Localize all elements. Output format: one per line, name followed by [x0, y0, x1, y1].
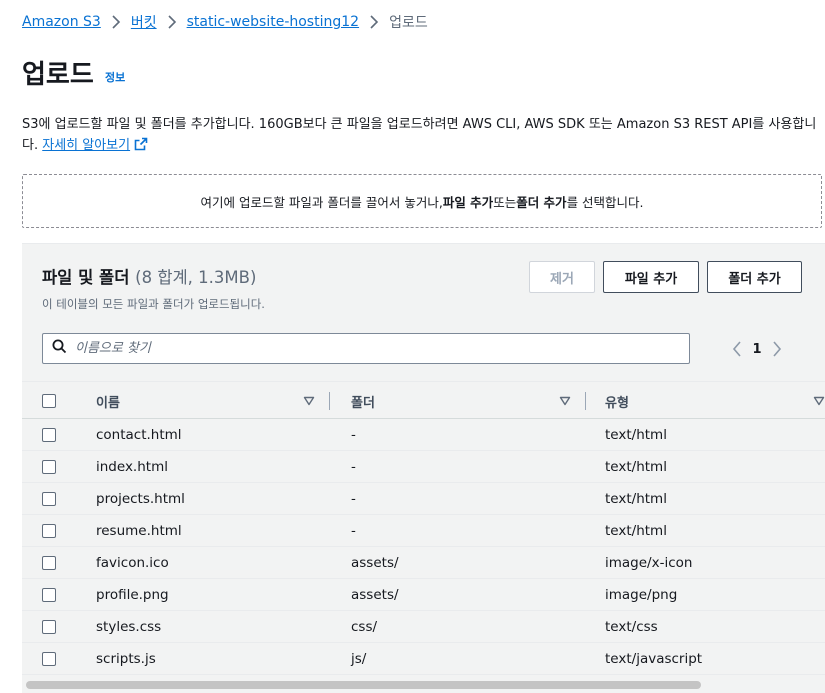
row-select-cell: [42, 611, 56, 643]
current-page[interactable]: 1: [744, 342, 770, 357]
file-name: index.html: [96, 459, 168, 475]
file-name: projects.html: [96, 491, 185, 507]
sort-caret-icon[interactable]: [559, 395, 571, 411]
column-divider[interactable]: [585, 392, 586, 410]
upload-dropzone[interactable]: 여기에 업로드할 파일과 폴더를 끌어서 놓거나, 파일 추가 또는 폴더 추가…: [22, 174, 822, 228]
row-checkbox[interactable]: [42, 524, 56, 538]
table-row: profile.png assets/ image/png: [22, 579, 825, 611]
dropzone-text: 여기에 업로드할 파일과 폴더를 끌어서 놓거나,: [200, 194, 443, 210]
table-row: contact.html - text/html: [22, 419, 825, 451]
select-all-cell: [42, 382, 56, 420]
column-divider[interactable]: [329, 392, 330, 410]
info-link[interactable]: 정보: [105, 69, 125, 85]
panel-subtitle: 이 테이블의 모든 파일과 폴더가 업로드됩니다.: [42, 297, 265, 311]
row-select-cell: [42, 579, 56, 611]
files-table: 이름 폴더 유형 contact.html - text/html index.…: [22, 381, 825, 675]
sort-caret-icon[interactable]: [303, 395, 315, 411]
remove-button[interactable]: 제거: [529, 261, 595, 293]
file-folder: assets/: [351, 555, 399, 571]
row-select-cell: [42, 451, 56, 483]
file-name: resume.html: [96, 523, 182, 539]
file-name: scripts.js: [96, 651, 156, 667]
file-type: text/html: [605, 459, 667, 475]
row-checkbox[interactable]: [42, 428, 56, 442]
row-checkbox[interactable]: [42, 460, 56, 474]
files-panel: 파일 및 폴더 (8 합계, 1.3MB) 이 테이블의 모든 파일과 폴더가 …: [22, 243, 825, 693]
table-row: scripts.js js/ text/javascript: [22, 643, 825, 675]
file-type: image/png: [605, 587, 678, 603]
file-type: text/css: [605, 619, 658, 635]
external-link-icon: [134, 137, 148, 158]
table-header: 이름 폴더 유형: [22, 381, 825, 419]
column-header-type[interactable]: 유형: [605, 382, 629, 420]
chevron-right-icon: [363, 12, 385, 32]
file-folder: -: [351, 523, 356, 539]
search-icon: [52, 339, 67, 358]
column-header-folder[interactable]: 폴더: [351, 382, 375, 420]
file-folder: -: [351, 427, 356, 443]
file-folder: -: [351, 459, 356, 475]
file-type: text/html: [605, 427, 667, 443]
row-select-cell: [42, 419, 56, 451]
page-description: S3에 업로드할 파일 및 폴더를 추가합니다. 160GB보다 큰 파일을 업…: [22, 114, 818, 158]
description-text-cont: 다.: [22, 138, 43, 153]
file-type: text/html: [605, 523, 667, 539]
row-select-cell: [42, 515, 56, 547]
table-row: index.html - text/html: [22, 451, 825, 483]
table-row: styles.css css/ text/css: [22, 611, 825, 643]
panel-title: 파일 및 폴더 (8 합계, 1.3MB): [42, 264, 256, 288]
breadcrumb-amazon-s3[interactable]: Amazon S3: [22, 14, 101, 30]
breadcrumb-buckets[interactable]: 버킷: [131, 12, 157, 32]
select-all-checkbox[interactable]: [42, 394, 56, 408]
file-type: text/html: [605, 491, 667, 507]
dropzone-text: 또는: [493, 194, 517, 210]
table-row: projects.html - text/html: [22, 483, 825, 515]
description-text: S3에 업로드할 파일 및 폴더를 추가합니다. 160GB보다 큰 파일을 업…: [22, 117, 817, 132]
file-name: styles.css: [96, 619, 162, 635]
table-row: favicon.ico assets/ image/x-icon: [22, 547, 825, 579]
file-type: image/x-icon: [605, 555, 693, 571]
horizontal-scrollbar[interactable]: [22, 680, 825, 690]
breadcrumb: Amazon S3 버킷 static-website-hosting12 업로…: [22, 12, 428, 32]
row-checkbox[interactable]: [42, 620, 56, 634]
row-checkbox[interactable]: [42, 652, 56, 666]
next-page-icon[interactable]: [770, 339, 784, 359]
file-type: text/javascript: [605, 651, 703, 667]
search-input[interactable]: [75, 341, 635, 356]
pagination: 1: [730, 339, 784, 359]
column-header-name[interactable]: 이름: [96, 382, 120, 420]
scrollbar-thumb[interactable]: [26, 681, 701, 689]
file-name: contact.html: [96, 427, 182, 443]
row-checkbox[interactable]: [42, 492, 56, 506]
row-select-cell: [42, 483, 56, 515]
previous-page-icon[interactable]: [730, 339, 744, 359]
page-title: 업로드: [22, 60, 94, 90]
row-select-cell: [42, 643, 56, 675]
table-row: resume.html - text/html: [22, 515, 825, 547]
row-checkbox[interactable]: [42, 556, 56, 570]
chevron-right-icon: [161, 12, 183, 32]
learn-more-link[interactable]: 자세히 알아보기: [42, 138, 130, 153]
dropzone-text: 를 선택합니다.: [566, 194, 644, 210]
add-files-button[interactable]: 파일 추가: [603, 261, 699, 293]
file-folder: js/: [351, 651, 367, 667]
panel-title-text: 파일 및 폴더: [42, 268, 130, 287]
breadcrumb-bucket-name[interactable]: static-website-hosting12: [187, 14, 359, 30]
dropzone-add-files: 파일 추가: [442, 194, 494, 210]
file-name: profile.png: [96, 587, 169, 603]
search-box[interactable]: [42, 333, 690, 364]
row-checkbox[interactable]: [42, 588, 56, 602]
file-name: favicon.ico: [96, 555, 169, 571]
file-folder: assets/: [351, 587, 399, 603]
file-folder: css/: [351, 619, 378, 635]
file-folder: -: [351, 491, 356, 507]
file-count: (8 합계, 1.3MB): [135, 268, 257, 287]
sort-caret-icon[interactable]: [813, 395, 825, 411]
row-select-cell: [42, 547, 56, 579]
chevron-right-icon: [105, 12, 127, 32]
add-folder-button[interactable]: 폴더 추가: [707, 261, 802, 293]
dropzone-add-folder: 폴더 추가: [516, 194, 567, 210]
breadcrumb-current: 업로드: [389, 15, 428, 31]
